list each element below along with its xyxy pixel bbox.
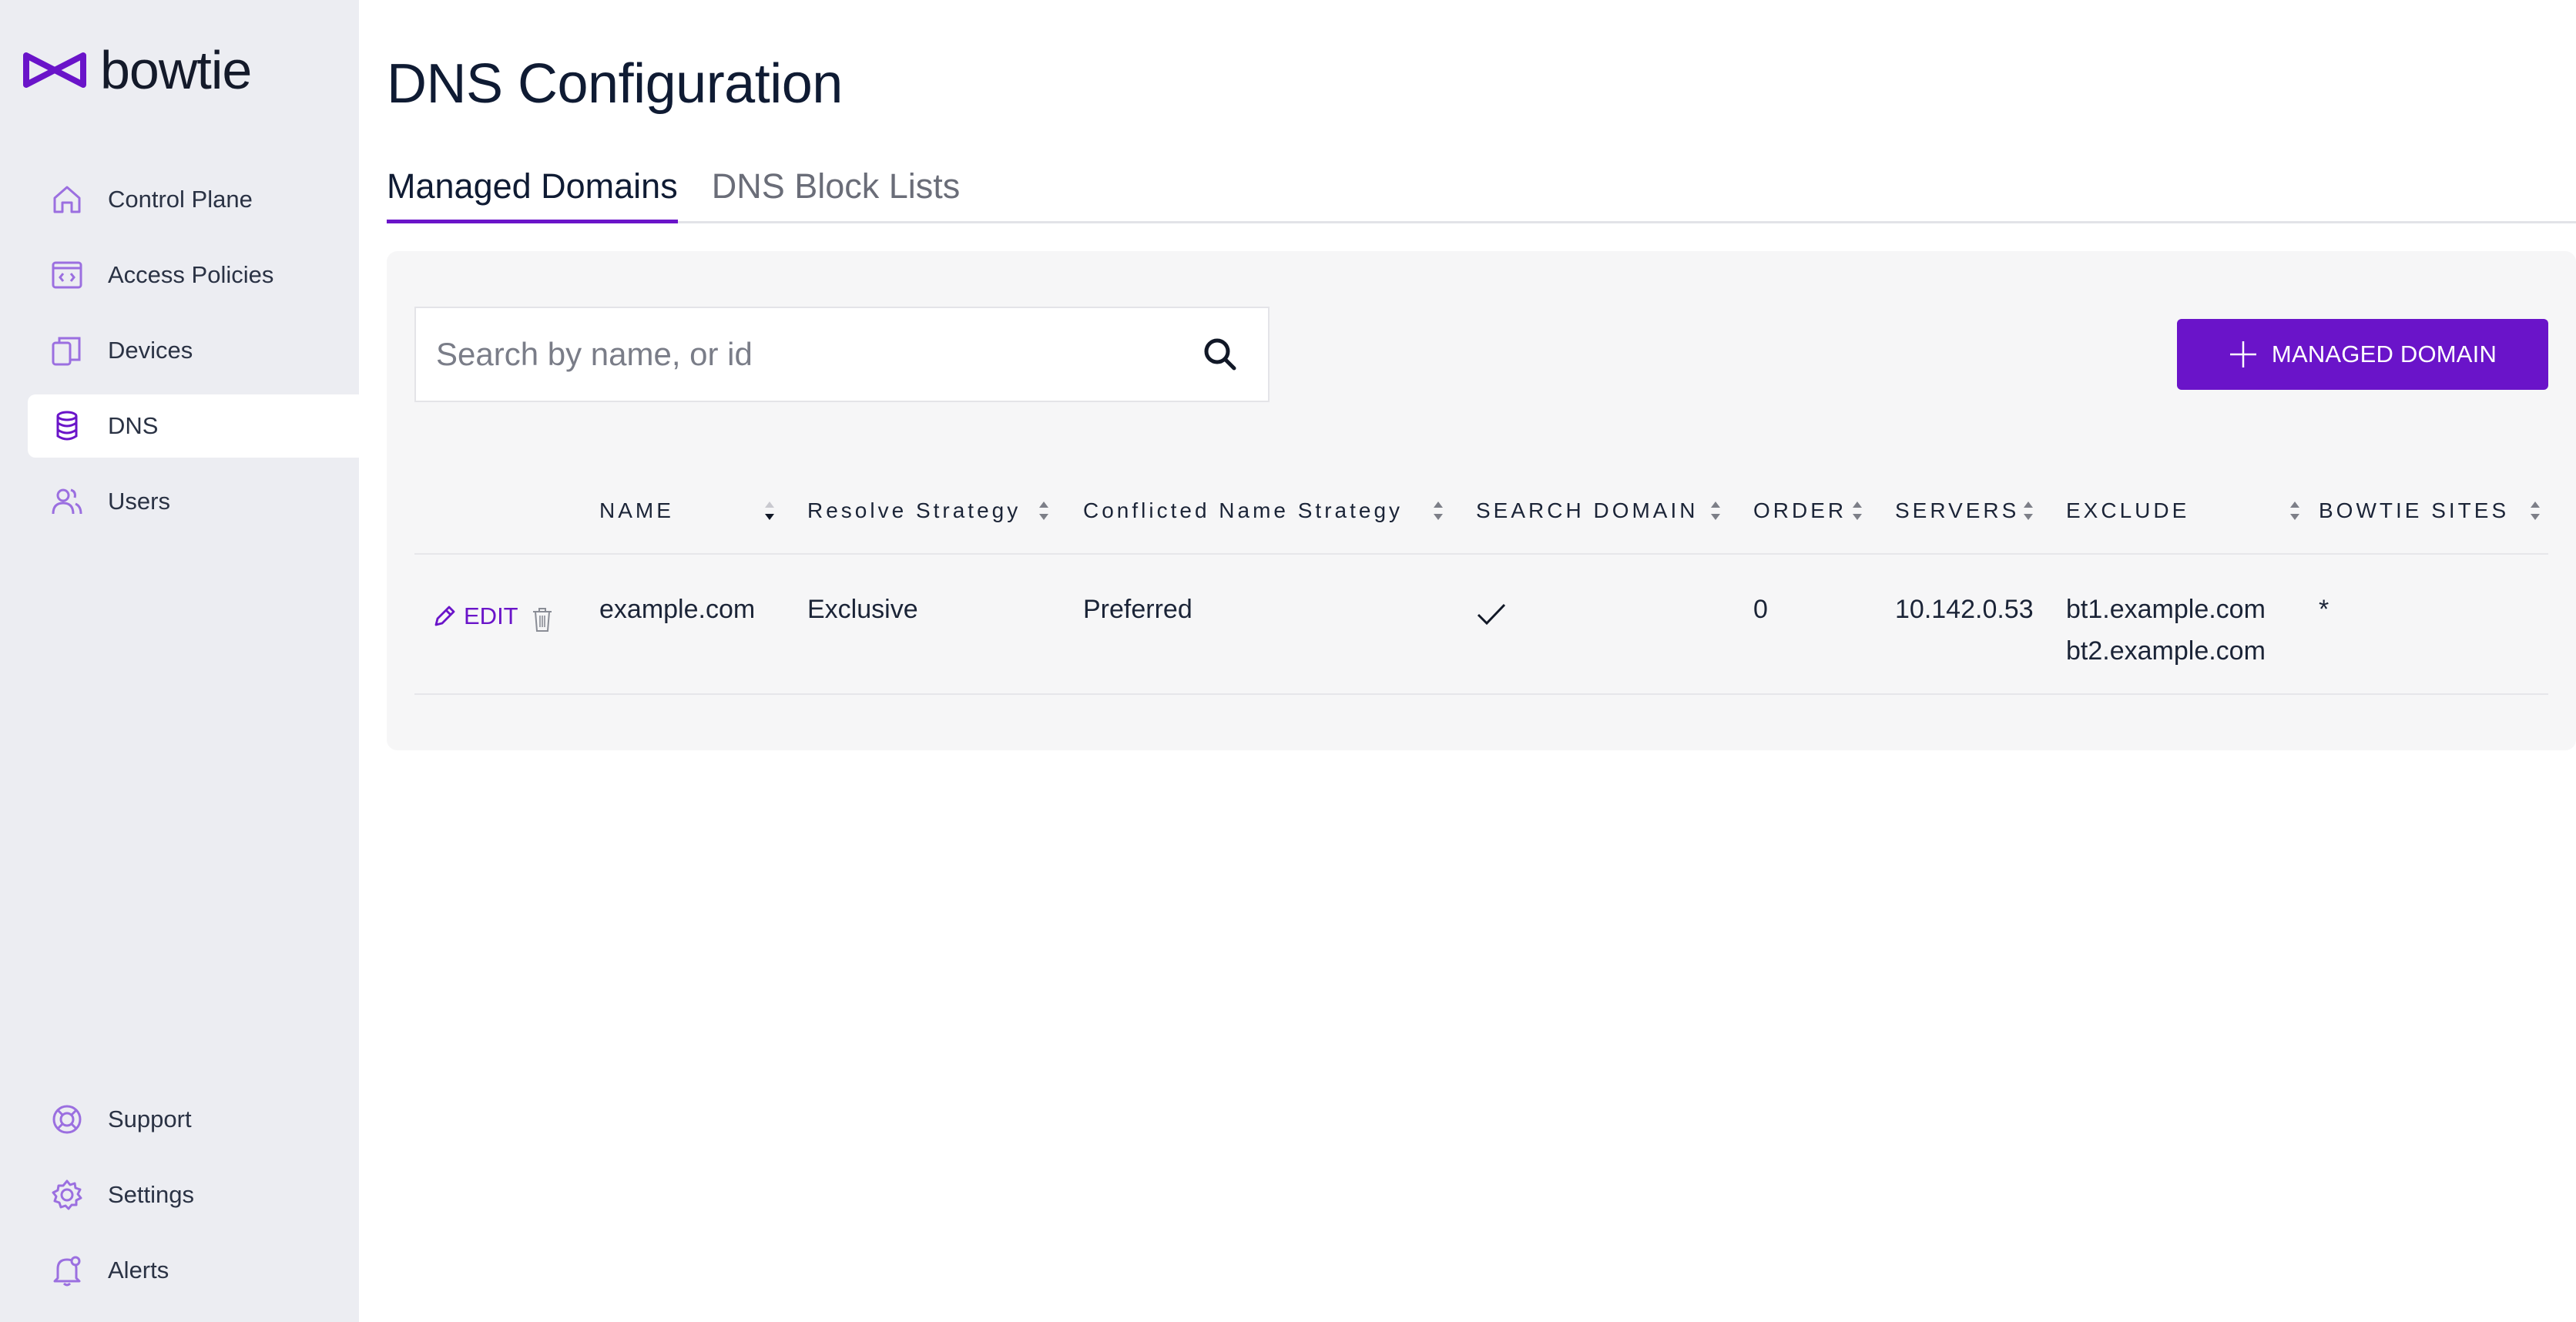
cell-name: example.com bbox=[599, 595, 756, 624]
sidebar-item-settings[interactable]: Settings bbox=[28, 1163, 359, 1226]
main-content: DNS Configuration Managed Domains DNS Bl… bbox=[359, 0, 2576, 1322]
logo-text: bowtie bbox=[100, 40, 252, 100]
column-header-conflicted-name-strategy[interactable]: Conflicted Name Strategy bbox=[1083, 467, 1403, 555]
search-input[interactable] bbox=[416, 308, 1200, 401]
sidebar-item-label: Alerts bbox=[108, 1257, 169, 1283]
cell-search-domain bbox=[1476, 598, 1507, 639]
sidebar-item-label: Access Policies bbox=[108, 261, 274, 288]
cell-bowtie-sites: * bbox=[2319, 595, 2329, 624]
sidebar-item-users[interactable]: Users bbox=[28, 470, 359, 533]
search-icon[interactable] bbox=[1200, 334, 1240, 374]
sidebar-item-label: Support bbox=[108, 1106, 192, 1132]
column-header-name[interactable]: NAME bbox=[599, 467, 674, 555]
logo[interactable]: bowtie bbox=[22, 40, 252, 100]
column-header-exclude[interactable]: EXCLUDE bbox=[2066, 467, 2189, 555]
gear-icon bbox=[49, 1177, 85, 1213]
column-header-resolve-strategy[interactable]: Resolve Strategy bbox=[807, 467, 1021, 555]
cell-exclude: bt1.example.com bt2.example.com bbox=[2066, 589, 2266, 672]
sort-icon[interactable] bbox=[1850, 499, 1864, 522]
sidebar-item-alerts[interactable]: Alerts bbox=[28, 1239, 359, 1302]
add-button-label: MANAGED DOMAIN bbox=[2271, 341, 2497, 367]
bowtie-logo-icon bbox=[23, 52, 86, 88]
sidebar-bottom-nav: Support Settings Alerts bbox=[28, 1088, 359, 1314]
table-row: EDIT example.com Exclusive Preferred 0 1… bbox=[414, 555, 2548, 695]
sidebar-item-access-policies[interactable]: Access Policies bbox=[28, 243, 359, 307]
sort-desc-icon[interactable] bbox=[763, 499, 776, 522]
column-header-label: ORDER bbox=[1753, 498, 1847, 522]
sidebar-item-label: DNS bbox=[108, 412, 159, 439]
edit-label: EDIT bbox=[464, 602, 518, 629]
sidebar-item-control-plane[interactable]: Control Plane bbox=[28, 168, 359, 231]
sort-icon[interactable] bbox=[2021, 499, 2035, 522]
cell-conflicted-name-strategy: Preferred bbox=[1083, 595, 1192, 624]
sidebar-item-label: Users bbox=[108, 488, 170, 515]
page-title: DNS Configuration bbox=[387, 53, 843, 115]
cell-order: 0 bbox=[1753, 595, 1768, 624]
column-header-label: EXCLUDE bbox=[2066, 498, 2190, 522]
cell-resolve-strategy: Exclusive bbox=[807, 595, 918, 624]
column-header-servers[interactable]: SERVERS bbox=[1895, 467, 2019, 555]
exclude-item: bt1.example.com bbox=[2066, 595, 2266, 624]
sort-icon[interactable] bbox=[1037, 499, 1051, 522]
sidebar-item-devices[interactable]: Devices bbox=[28, 319, 359, 382]
plus-icon bbox=[2229, 341, 2256, 367]
pencil-icon bbox=[434, 606, 455, 626]
checkmark-icon bbox=[1477, 603, 1506, 626]
column-header-label: BOWTIE SITES bbox=[2319, 498, 2510, 522]
database-icon bbox=[49, 408, 85, 444]
exclude-item: bt2.example.com bbox=[2066, 636, 2266, 666]
code-window-icon bbox=[49, 257, 85, 293]
app-root: bowtie Control Plane Access Policies Dev… bbox=[0, 0, 2576, 1322]
users-icon bbox=[49, 484, 85, 519]
sort-icon[interactable] bbox=[1431, 499, 1445, 522]
devices-icon bbox=[49, 333, 85, 368]
column-header-order[interactable]: ORDER bbox=[1753, 467, 1846, 555]
managed-domains-panel: MANAGED DOMAIN NAME Resolve Strategy bbox=[387, 251, 2576, 750]
lifebuoy-icon bbox=[49, 1102, 85, 1137]
column-header-search-domain[interactable]: SEARCH DOMAIN bbox=[1476, 467, 1698, 555]
sort-icon[interactable] bbox=[1709, 499, 1722, 522]
column-header-label: SERVERS bbox=[1895, 498, 2020, 522]
sidebar-item-label: Devices bbox=[108, 337, 193, 364]
domains-table: NAME Resolve Strategy Conflicted Name St… bbox=[414, 467, 2548, 695]
sidebar-item-support[interactable]: Support bbox=[28, 1088, 359, 1151]
sidebar-item-label: Control Plane bbox=[108, 186, 253, 213]
tab-bar: Managed Domains DNS Block Lists bbox=[387, 159, 2576, 223]
search-box bbox=[414, 307, 1270, 402]
cell-servers: 10.142.0.53 bbox=[1895, 595, 2034, 624]
sidebar-item-dns[interactable]: DNS bbox=[28, 394, 359, 458]
tab-managed-domains[interactable]: Managed Domains bbox=[387, 159, 678, 223]
edit-button[interactable]: EDIT bbox=[431, 602, 518, 630]
sidebar: bowtie Control Plane Access Policies Dev… bbox=[0, 0, 359, 1322]
add-managed-domain-button[interactable]: MANAGED DOMAIN bbox=[2177, 319, 2548, 390]
column-header-label: SEARCH DOMAIN bbox=[1476, 498, 1699, 522]
tab-dns-block-lists[interactable]: DNS Block Lists bbox=[712, 159, 961, 223]
column-header-label: Resolve Strategy bbox=[807, 498, 1021, 522]
sidebar-item-label: Settings bbox=[108, 1181, 195, 1208]
home-icon bbox=[49, 182, 85, 217]
sort-icon[interactable] bbox=[2528, 499, 2542, 522]
column-header-label: Conflicted Name Strategy bbox=[1083, 498, 1404, 522]
column-header-label: NAME bbox=[599, 498, 674, 522]
trash-icon[interactable] bbox=[530, 606, 555, 633]
sort-icon[interactable] bbox=[2288, 499, 2302, 522]
bell-icon bbox=[49, 1253, 85, 1288]
column-header-bowtie-sites[interactable]: BOWTIE SITES bbox=[2319, 467, 2509, 555]
table-header: NAME Resolve Strategy Conflicted Name St… bbox=[414, 467, 2548, 555]
sidebar-nav: Control Plane Access Policies Devices DN… bbox=[28, 168, 359, 545]
